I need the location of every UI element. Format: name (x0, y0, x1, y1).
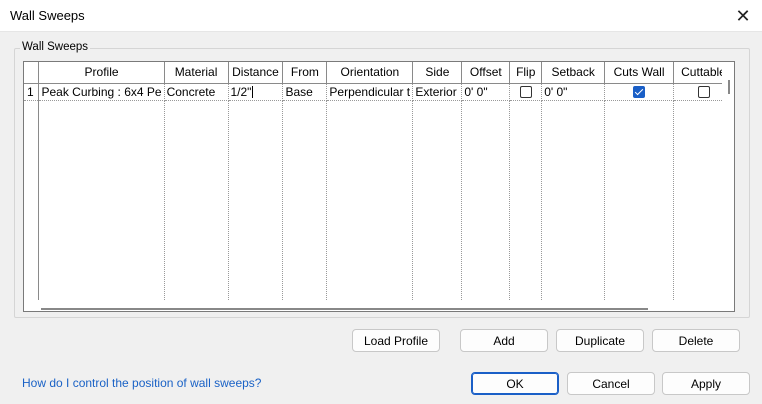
cell-from[interactable]: Base (282, 83, 328, 101)
cell-cuts-wall[interactable] (604, 83, 674, 101)
column-header-material[interactable]: Material (164, 62, 229, 84)
sweeps-table: Profile Material Distance From Orientati… (24, 62, 734, 300)
cuttable-checkbox[interactable] (697, 86, 710, 99)
load-profile-button[interactable]: Load Profile (352, 329, 440, 352)
vertical-scrollbar-thumb[interactable] (728, 80, 730, 94)
title-divider (0, 31, 762, 32)
column-header-cuts-wall[interactable]: Cuts Wall (604, 62, 674, 84)
cell-side[interactable]: Exterior (412, 83, 463, 101)
cuts-wall-checkbox[interactable] (633, 86, 646, 99)
group-label: Wall Sweeps (20, 41, 91, 53)
column-header-offset[interactable]: Offset (461, 62, 511, 84)
cell-material[interactable]: Concrete (164, 83, 229, 101)
close-icon[interactable]: ✕ (730, 4, 756, 28)
apply-button[interactable]: Apply (662, 372, 750, 395)
column-header-rownum (24, 62, 40, 84)
title-bar: Wall Sweeps ✕ (0, 0, 762, 32)
column-header-distance[interactable]: Distance (228, 62, 284, 84)
column-header-from[interactable]: From (282, 62, 328, 84)
cell-distance[interactable]: 1/2" (228, 83, 284, 101)
help-link[interactable]: How do I control the position of wall sw… (22, 376, 261, 390)
cell-offset[interactable]: 0' 0" (461, 83, 511, 101)
ok-button[interactable]: OK (471, 372, 559, 395)
cell-orientation[interactable]: Perpendicular t (326, 83, 414, 101)
column-header-orientation[interactable]: Orientation (326, 62, 414, 84)
wall-sweeps-grid[interactable]: Profile Material Distance From Orientati… (23, 61, 735, 312)
duplicate-button[interactable]: Duplicate (556, 329, 644, 352)
flip-checkbox[interactable] (519, 86, 532, 99)
delete-button[interactable]: Delete (652, 329, 740, 352)
vertical-scrollbar[interactable] (722, 62, 734, 311)
horizontal-scrollbar-thumb[interactable] (41, 308, 648, 310)
cell-setback[interactable]: 0' 0" (541, 83, 606, 101)
column-header-setback[interactable]: Setback (541, 62, 606, 84)
window-title: Wall Sweeps (10, 8, 85, 23)
cell-flip[interactable] (509, 83, 543, 101)
cell-profile[interactable]: Peak Curbing : 6x4 Pe (38, 83, 165, 101)
distance-input[interactable]: 1/2" (231, 85, 252, 99)
empty-rows-area (24, 100, 734, 300)
column-header-profile[interactable]: Profile (38, 62, 165, 84)
table-row[interactable]: 1 Peak Curbing : 6x4 Pe Concrete 1/2" Ba… (24, 83, 734, 101)
header-row: Profile Material Distance From Orientati… (24, 62, 734, 84)
add-button[interactable]: Add (460, 329, 548, 352)
cancel-button[interactable]: Cancel (567, 372, 655, 395)
column-header-flip[interactable]: Flip (509, 62, 543, 84)
column-header-side[interactable]: Side (412, 62, 463, 84)
row-number[interactable]: 1 (24, 83, 40, 101)
text-caret (252, 86, 254, 99)
